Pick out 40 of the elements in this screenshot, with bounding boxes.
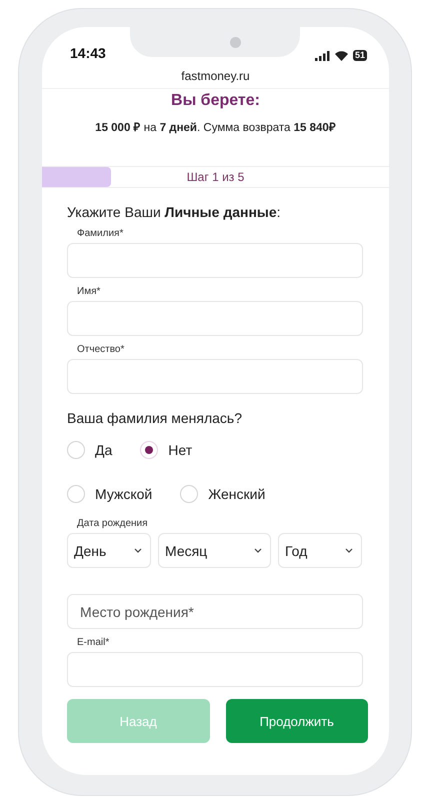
offer-title: Вы берете: <box>170 92 261 110</box>
form-button[interactable]: Продолжить <box>226 699 368 743</box>
camera-icon <box>230 36 240 48</box>
select-field[interactable]: День <box>67 533 151 568</box>
chevron-down-icon <box>134 548 142 553</box>
input-field[interactable] <box>67 243 363 278</box>
radio-label: Женский <box>208 486 266 502</box>
radio-option[interactable]: Женский <box>180 485 266 503</box>
radio-label: Нет <box>168 442 192 458</box>
radio-option[interactable]: Нет <box>140 441 192 459</box>
status-time: 14:43 <box>70 45 106 61</box>
address-bar[interactable]: fastmoney.ru <box>42 63 389 89</box>
chevron-down-icon <box>254 548 262 553</box>
offer-summary: 15 000 ₽ на 7 дней. Сумма возврата 15 840₽ <box>94 121 337 134</box>
field-label: Отчество* <box>77 344 126 355</box>
field-label: E-mail* <box>77 637 110 648</box>
radio-option[interactable]: Да <box>67 441 112 459</box>
input-field[interactable] <box>67 652 363 687</box>
select-field[interactable]: Год <box>278 533 362 568</box>
field-label: Фамилия* <box>77 228 124 239</box>
question-text: Ваша фамилия менялась? <box>67 410 243 426</box>
signal-icon <box>314 50 330 60</box>
wifi-icon <box>334 50 348 60</box>
form-heading: Укажите Ваши Личные данные: <box>67 204 282 220</box>
radio-label: Да <box>95 442 112 458</box>
step-label: Шаг 1 из 5 <box>186 170 244 184</box>
field-label: Имя* <box>77 286 102 297</box>
radio-button[interactable] <box>180 485 198 503</box>
battery-icon: 51 <box>352 50 367 61</box>
radio-button[interactable] <box>140 441 158 459</box>
radio-button[interactable] <box>67 441 85 459</box>
input-field[interactable] <box>67 301 363 336</box>
select-field[interactable]: Месяц <box>158 533 271 568</box>
chevron-down-icon <box>345 548 353 553</box>
radio-option[interactable]: Мужской <box>67 485 152 503</box>
input-field[interactable] <box>67 359 363 394</box>
radio-button[interactable] <box>67 485 85 503</box>
radio-label: Мужской <box>95 486 152 502</box>
input-field[interactable]: Место рождения* <box>67 594 363 629</box>
field-label: Дата рождения <box>77 518 149 529</box>
